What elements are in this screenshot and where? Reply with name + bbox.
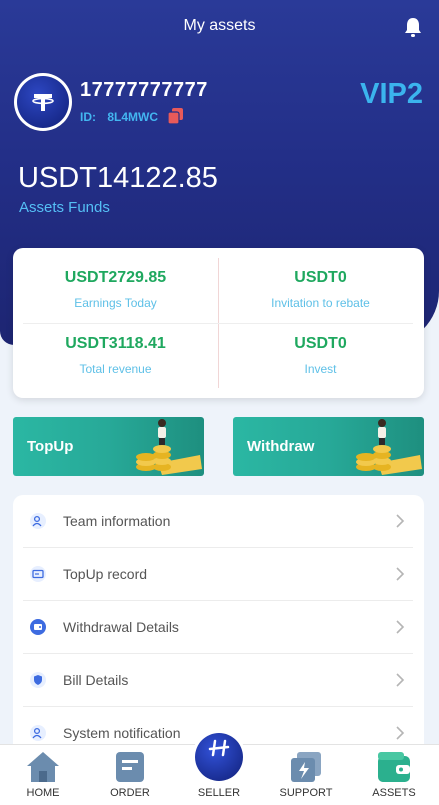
team-icon — [30, 513, 46, 529]
card-icon — [30, 566, 46, 582]
stat-earnings-today: USDT2729.85 Earnings Today — [13, 269, 218, 310]
assets-balance-label: Assets Funds — [19, 199, 110, 216]
user-phone: 17777777777 — [80, 79, 208, 101]
menu-item-label: System notification — [63, 725, 181, 741]
seller-icon — [208, 739, 230, 757]
menu-item-withdrawal-details[interactable]: Withdrawal Details — [23, 601, 413, 654]
withdraw-button[interactable]: Withdraw — [233, 417, 424, 476]
copy-icon[interactable] — [168, 108, 183, 124]
stat-total-revenue: USDT3118.41 Total revenue — [13, 335, 218, 376]
user-id-label: ID: — [80, 110, 96, 124]
topup-button[interactable]: TopUp — [13, 417, 204, 476]
menu-item-label: Bill Details — [63, 672, 129, 688]
tab-home[interactable]: HOME — [8, 745, 78, 805]
avatar — [14, 73, 72, 131]
stat-invitation-rebate: USDT0 Invitation to rebate — [218, 269, 423, 310]
tab-order[interactable]: ORDER — [95, 745, 165, 805]
stat-label: Total revenue — [79, 362, 152, 376]
seller-button — [192, 730, 246, 784]
tab-seller[interactable]: SELLER — [184, 730, 254, 805]
tab-label: ORDER — [110, 787, 150, 799]
chevron-right-icon — [396, 514, 405, 528]
stat-label: Invest — [304, 362, 337, 376]
support-icon — [291, 752, 321, 782]
menu-item-team-information[interactable]: Team information — [23, 495, 413, 548]
chevron-right-icon — [396, 620, 405, 634]
vip-level: VIP2 — [360, 78, 423, 110]
stat-value: USDT2729.85 — [64, 269, 167, 286]
stat-label: Invitation to rebate — [271, 296, 370, 310]
coins-illustration-icon — [136, 419, 202, 475]
bottom-tab-bar: HOME ORDER SELLER SUPPORT ASSETS — [0, 730, 439, 805]
top-bar: My assets — [0, 0, 439, 54]
withdraw-button-label: Withdraw — [247, 438, 315, 455]
stat-label: Earnings Today — [74, 296, 157, 310]
menu-item-bill-details[interactable]: Bill Details — [23, 654, 413, 707]
chevron-right-icon — [396, 567, 405, 581]
tab-label: ASSETS — [372, 787, 416, 799]
order-icon — [116, 752, 144, 782]
stat-value: USDT0 — [294, 269, 347, 286]
page-title: My assets — [183, 17, 256, 34]
topup-button-label: TopUp — [27, 438, 74, 455]
user-id-row: ID: 8L4MWC — [80, 110, 158, 124]
person-icon — [30, 725, 46, 741]
wallet-icon — [30, 619, 46, 635]
menu-item-label: Team information — [63, 513, 171, 529]
shield-icon — [30, 672, 46, 688]
menu-item-topup-record[interactable]: TopUp record — [23, 548, 413, 601]
tab-label: SUPPORT — [279, 787, 333, 799]
user-id-value: 8L4MWC — [107, 110, 159, 124]
stats-card: USDT2729.85 Earnings Today USDT0 Invitat… — [13, 248, 424, 398]
divider — [23, 323, 413, 324]
assets-balance: USDT14122.85 — [18, 162, 218, 194]
coins-illustration-icon — [356, 419, 422, 475]
stat-value: USDT0 — [294, 335, 347, 352]
tab-label: HOME — [26, 787, 60, 799]
stat-invest: USDT0 Invest — [218, 335, 423, 376]
tether-logo-icon — [32, 94, 54, 111]
chevron-right-icon — [396, 726, 405, 740]
stat-value: USDT3118.41 — [65, 335, 166, 352]
bell-icon[interactable] — [403, 16, 423, 38]
menu-item-label: Withdrawal Details — [63, 619, 179, 635]
home-icon — [27, 752, 59, 782]
chevron-right-icon — [396, 673, 405, 687]
menu-item-label: TopUp record — [63, 566, 148, 582]
tab-assets[interactable]: ASSETS — [359, 745, 429, 805]
tab-support[interactable]: SUPPORT — [271, 745, 341, 805]
assets-icon — [378, 752, 410, 782]
tab-label: SELLER — [197, 787, 241, 799]
